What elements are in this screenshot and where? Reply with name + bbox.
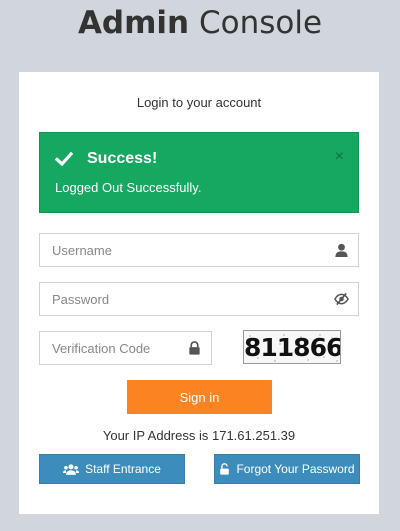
sign-in-button[interactable]: Sign in <box>127 380 272 414</box>
username-input[interactable] <box>40 234 358 266</box>
success-alert: Success! × Logged Out Successfully. <box>39 132 359 213</box>
alert-message: Logged Out Successfully. <box>55 180 202 195</box>
unlock-icon <box>220 463 230 475</box>
login-panel: Login to your account Success! × Logged … <box>19 72 379 514</box>
user-icon <box>335 243 348 258</box>
forgot-password-label: Forgot Your Password <box>236 462 355 476</box>
title-light: Console <box>198 5 323 41</box>
alert-header: Success! <box>55 149 157 169</box>
alert-close-button[interactable]: × <box>335 147 344 167</box>
users-icon <box>63 463 80 475</box>
eye-slash-icon[interactable] <box>334 292 349 307</box>
page-title: Admin Console <box>0 2 400 44</box>
title-bold: Admin <box>77 5 190 41</box>
password-field <box>39 282 359 316</box>
verification-field <box>39 331 212 365</box>
username-field <box>39 233 359 267</box>
password-input[interactable] <box>40 283 358 315</box>
ip-address-text: Your IP Address is 171.61.251.39 <box>102 428 296 443</box>
captcha-text: 811866 <box>244 333 341 362</box>
forgot-password-button[interactable]: Forgot Your Password <box>214 454 360 484</box>
verification-input[interactable] <box>40 332 211 364</box>
staff-entrance-label: Staff Entrance <box>85 462 161 476</box>
check-icon <box>55 151 73 167</box>
login-subtitle: Login to your account <box>136 95 262 110</box>
staff-entrance-button[interactable]: Staff Entrance <box>39 454 185 484</box>
lock-icon <box>189 341 200 355</box>
captcha-image[interactable]: 811866 <box>243 330 341 364</box>
alert-title: Success! <box>87 150 158 167</box>
